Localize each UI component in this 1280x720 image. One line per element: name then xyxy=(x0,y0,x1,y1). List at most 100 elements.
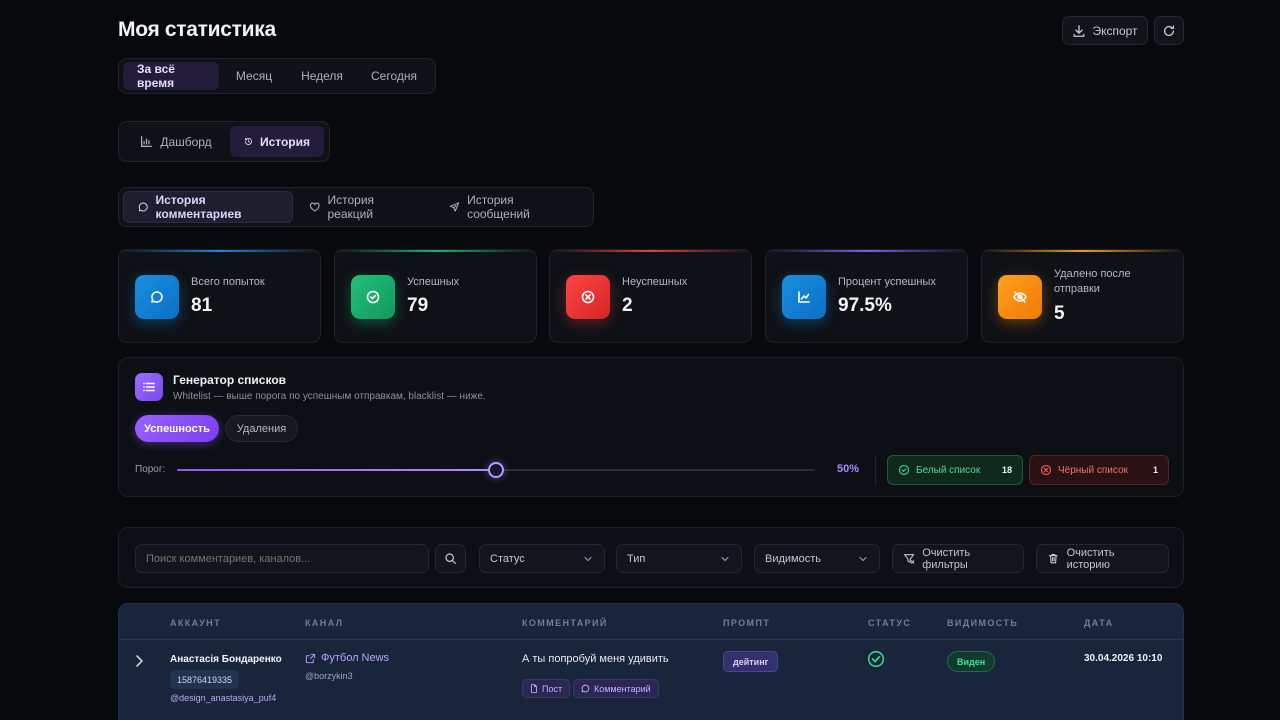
clear-history-label: Очистить историю xyxy=(1066,546,1115,571)
tab-history-label: История xyxy=(259,134,310,149)
clear-filters-button[interactable]: Очистить фильтры xyxy=(892,544,1024,573)
account-handle[interactable]: @design_anastasiya_puf4 xyxy=(170,693,276,703)
filter-bar: Статус Тип Видимость Очистить фильтры Оч… xyxy=(118,527,1184,588)
tab-month[interactable]: Месяц xyxy=(221,62,287,90)
stat-value: 81 xyxy=(191,295,213,316)
account-id-badge: 15876419335 xyxy=(170,670,240,689)
account-name: Анастасія Бондаренко xyxy=(170,654,282,665)
stat-label: Удалено после отправки xyxy=(1054,268,1131,295)
search-input[interactable] xyxy=(135,544,429,573)
column-header-channel: КАНАЛ xyxy=(305,618,344,628)
expand-row-button[interactable] xyxy=(133,654,145,673)
filter-off-icon xyxy=(903,554,915,564)
external-link-icon xyxy=(305,653,316,663)
column-header-date: ДАТА xyxy=(1084,618,1114,628)
threshold-value: 50% xyxy=(837,463,860,475)
status-select-value: Статус xyxy=(490,552,525,565)
column-header-comment: КОММЕНТАРИЙ xyxy=(522,618,608,628)
column-header-status: СТАТУС xyxy=(868,618,912,628)
download-icon xyxy=(1073,24,1085,37)
slider-thumb[interactable] xyxy=(488,462,504,478)
stat-card-success: Успешных 79 xyxy=(334,249,537,343)
chevron-down-icon xyxy=(721,556,729,561)
tab-message-history[interactable]: История сообщений xyxy=(435,191,585,223)
x-circle-icon xyxy=(566,275,610,319)
stat-card-failed: Неуспешных 2 xyxy=(549,249,752,343)
eye-off-icon xyxy=(998,275,1042,319)
tab-comment-history[interactable]: История комментариев xyxy=(123,191,293,223)
stat-label: Процент успешных xyxy=(838,276,936,288)
stat-card-deleted: Удалено после отправки 5 xyxy=(981,249,1184,343)
stat-value: 5 xyxy=(1054,303,1065,324)
tab-history[interactable]: История xyxy=(230,126,324,157)
refresh-button[interactable] xyxy=(1154,16,1184,45)
blacklist-label: Чёрный список xyxy=(1058,464,1128,476)
tag-post-label: Пост xyxy=(542,683,563,694)
status-success-icon xyxy=(867,650,885,673)
tag-comment: Комментарий xyxy=(573,679,659,698)
visibility-select[interactable]: Видимость xyxy=(754,544,880,573)
tag-comment-label: Комментарий xyxy=(594,683,651,694)
trash-icon xyxy=(1048,554,1058,564)
threshold-slider[interactable] xyxy=(177,460,815,480)
generator-title: Генератор списков xyxy=(173,373,287,387)
comment-icon xyxy=(581,684,590,693)
row-date: 30.04.2026 10:10 xyxy=(1084,653,1163,664)
list-generator-panel: Генератор списков Whitelist — выше порог… xyxy=(118,357,1184,497)
chevron-right-icon xyxy=(136,655,143,667)
whitelist-button[interactable]: Белый список 18 xyxy=(887,455,1023,485)
send-icon xyxy=(449,202,460,212)
history-tabs: История комментариев История реакций Ист… xyxy=(118,187,594,227)
heart-icon xyxy=(309,202,320,212)
export-button[interactable]: Экспорт xyxy=(1062,16,1148,45)
tab-all-time[interactable]: За всё время xyxy=(123,62,219,90)
tab-week[interactable]: Неделя xyxy=(289,62,355,90)
column-header-visibility: ВИДИМОСТЬ xyxy=(947,618,1019,628)
whitelist-count: 18 xyxy=(1001,465,1012,475)
generator-subtitle: Whitelist — выше порога по успешным отпр… xyxy=(173,391,486,402)
tab-dashboard[interactable]: Дашборд xyxy=(124,126,228,157)
comment-text: А ты попробуй меня удивить xyxy=(522,653,669,665)
search-button[interactable] xyxy=(435,544,466,573)
mode-success-button[interactable]: Успешность xyxy=(135,415,219,442)
channel-link[interactable]: Футбол News xyxy=(305,652,389,664)
bar-chart-icon xyxy=(141,136,153,147)
prompt-badge: дейтинг xyxy=(723,651,779,672)
history-table: АККАУНТ КАНАЛ КОММЕНТАРИЙ ПРОМПТ СТАТУС … xyxy=(118,603,1184,720)
tag-post: Пост xyxy=(522,679,571,698)
check-circle-icon xyxy=(351,275,395,319)
channel-name: Футбол News xyxy=(321,652,390,664)
threshold-label: Порог: xyxy=(135,464,166,475)
column-header-account: АККАУНТ xyxy=(170,618,222,628)
trend-chart-icon xyxy=(782,275,826,319)
stat-value: 79 xyxy=(407,295,429,316)
header-divider xyxy=(119,639,1183,640)
stat-value: 2 xyxy=(622,295,633,316)
tab-reaction-history-label: История реакций xyxy=(327,193,375,221)
chevron-down-icon xyxy=(859,556,867,561)
status-select[interactable]: Статус xyxy=(479,544,605,573)
view-tabs: Дашборд История xyxy=(118,121,330,162)
stat-value: 97.5% xyxy=(838,295,892,316)
column-header-prompt: ПРОМПТ xyxy=(723,618,771,628)
file-icon xyxy=(531,684,537,693)
check-circle-icon xyxy=(898,464,910,476)
divider xyxy=(875,455,876,485)
tab-today[interactable]: Сегодня xyxy=(357,62,431,90)
type-select-value: Тип xyxy=(627,552,646,565)
refresh-icon xyxy=(1163,25,1175,36)
slider-fill xyxy=(177,469,496,471)
blacklist-button[interactable]: Чёрный список 1 xyxy=(1029,455,1169,485)
chevron-down-icon xyxy=(584,556,592,561)
export-label: Экспорт xyxy=(1092,23,1138,38)
tab-reaction-history[interactable]: История реакций xyxy=(295,191,433,223)
mode-deletions-button[interactable]: Удаления xyxy=(225,415,298,442)
list-icon xyxy=(135,373,163,401)
tab-dashboard-label: Дашборд xyxy=(160,134,212,149)
clear-filters-label: Очистить фильтры xyxy=(922,546,971,571)
tab-comment-history-label: История комментариев xyxy=(155,193,242,221)
clear-history-button[interactable]: Очистить историю xyxy=(1036,544,1169,573)
stat-label: Успешных xyxy=(407,276,460,288)
type-select[interactable]: Тип xyxy=(616,544,742,573)
stat-card-total: Всего попыток 81 xyxy=(118,249,321,343)
